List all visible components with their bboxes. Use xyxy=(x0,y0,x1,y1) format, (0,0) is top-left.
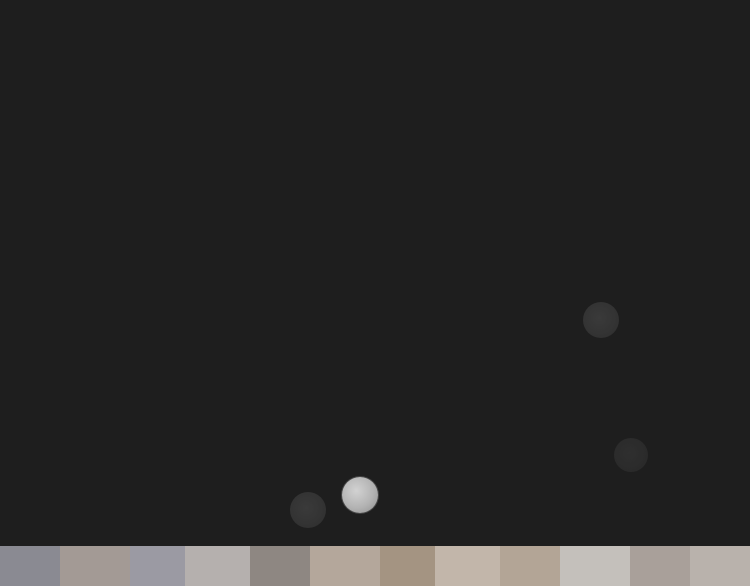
strip-segment xyxy=(185,546,250,586)
faint-bokeh-circle xyxy=(290,492,326,528)
strip-segment xyxy=(60,546,130,586)
strip-segment xyxy=(250,546,310,586)
strip-segment xyxy=(690,546,750,586)
strip-segment xyxy=(380,546,435,586)
strip-segment xyxy=(630,546,690,586)
strip-segment xyxy=(560,546,630,586)
screen xyxy=(0,0,750,586)
dark-canvas xyxy=(0,0,750,546)
strip-segment xyxy=(310,546,380,586)
strip-segment xyxy=(0,546,60,586)
strip-segment xyxy=(435,546,500,586)
faint-bokeh-circle xyxy=(614,438,648,472)
faint-bokeh-circle xyxy=(583,302,619,338)
strip-segment xyxy=(130,546,185,586)
strip-segment xyxy=(500,546,560,586)
bottom-image-strip xyxy=(0,546,750,586)
bright-bokeh-circle xyxy=(342,477,378,513)
